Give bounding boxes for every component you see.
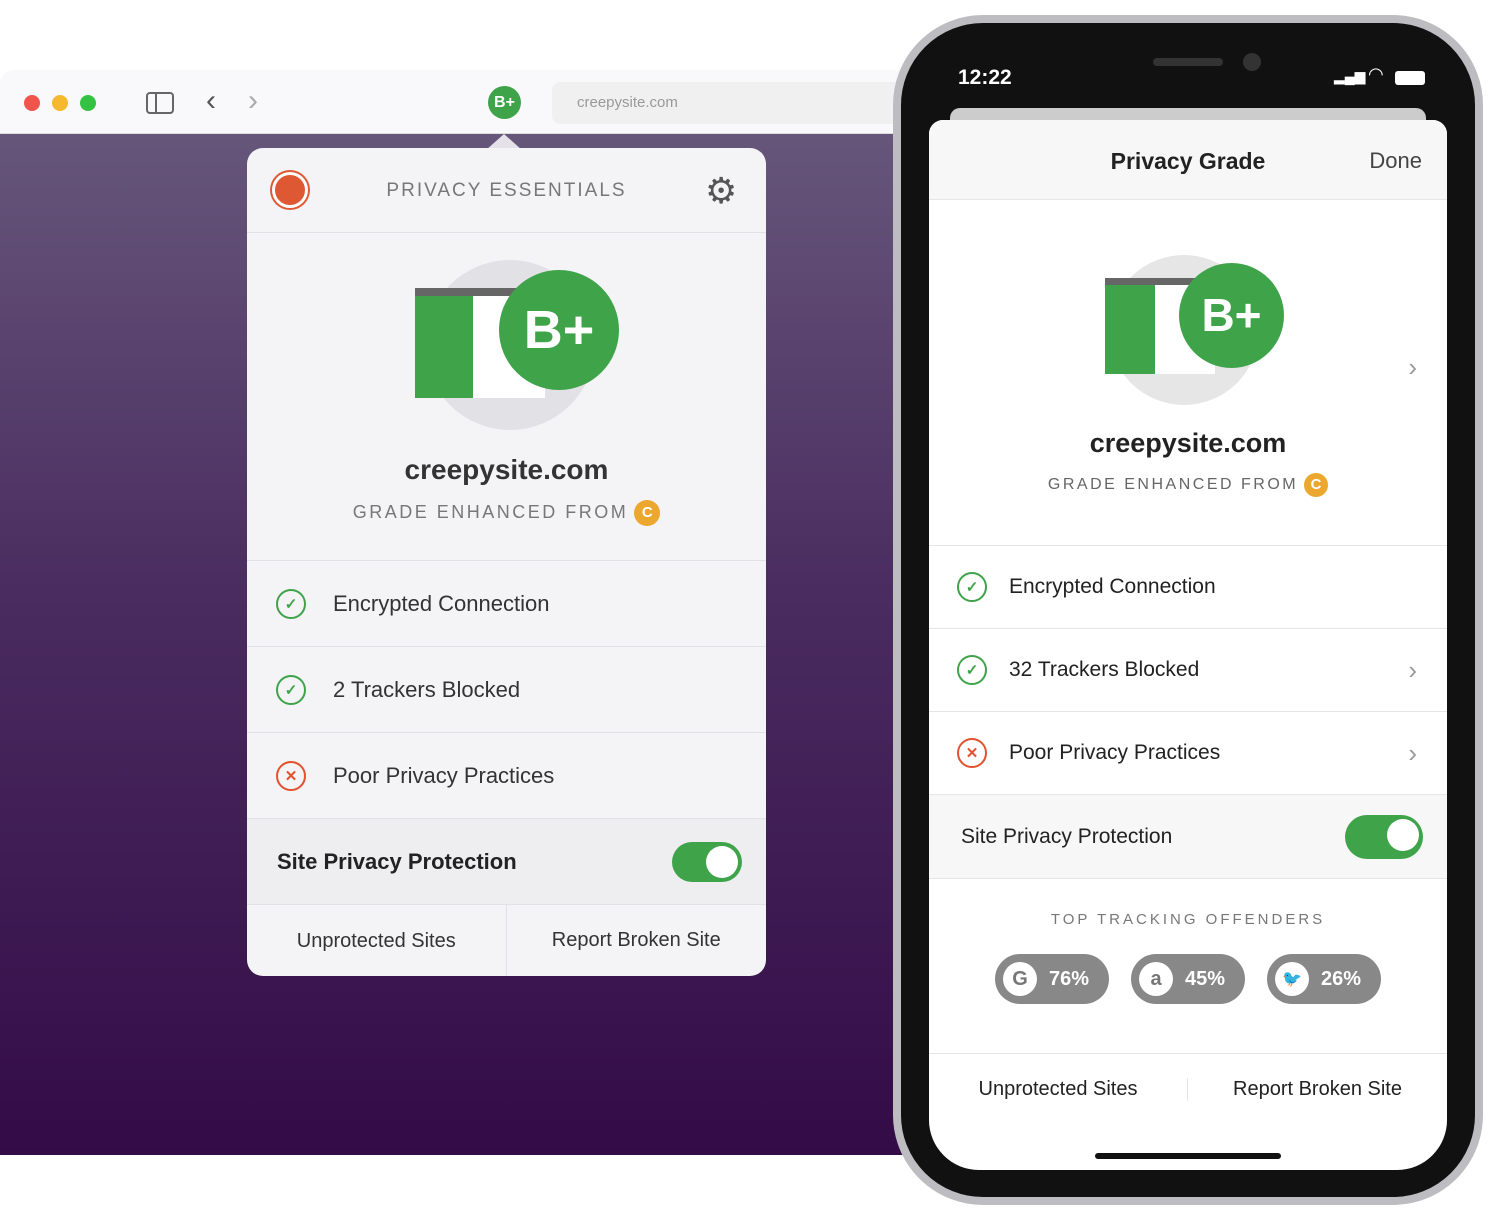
check-icon: ✓ xyxy=(957,572,987,602)
check-icon: ✓ xyxy=(276,588,306,619)
maximize-window-button[interactable] xyxy=(80,95,96,111)
forward-icon[interactable]: › xyxy=(248,84,258,118)
check-icon: ✓ xyxy=(957,655,987,685)
x-circle-icon: ✕ xyxy=(276,760,306,791)
original-grade-badge: C xyxy=(634,500,661,526)
site-name: creepysite.com xyxy=(1089,428,1287,458)
list-item[interactable]: ✓ 2 Trackers Blocked xyxy=(247,646,766,732)
top-offenders: TOP TRACKING OFFENDERS G 76% a 45% 🐦 26% xyxy=(929,878,1447,1053)
chevron-right-icon: › xyxy=(1408,737,1417,768)
list-item[interactable]: ✓ Encrypted Connection xyxy=(929,545,1447,628)
x-circle-icon: ✕ xyxy=(957,738,987,768)
battery-icon xyxy=(1395,71,1425,85)
status-time: 12:22 xyxy=(958,66,1012,89)
signal-icon: ▂▄▆ xyxy=(1334,68,1366,84)
home-indicator[interactable] xyxy=(1095,1153,1281,1159)
camera xyxy=(1243,53,1261,71)
grade-enhanced: GRADE ENHANCED FROM C xyxy=(929,473,1447,497)
site-protection-row: Site Privacy Protection xyxy=(929,794,1447,878)
list-item[interactable]: ✕ Poor Privacy Practices xyxy=(247,732,766,818)
list-item[interactable]: ✓ Encrypted Connection xyxy=(247,560,766,646)
twitter-icon: 🐦 xyxy=(1275,962,1309,996)
minimize-window-button[interactable] xyxy=(52,95,68,111)
privacy-grade-sheet: Privacy Grade Done B+ › creepysite.com G… xyxy=(929,120,1447,1170)
google-icon: G xyxy=(1003,962,1037,996)
sidebar-toggle-icon[interactable] xyxy=(146,92,174,114)
original-grade-badge: C xyxy=(1304,473,1329,497)
chevron-right-icon: › xyxy=(1408,654,1417,685)
close-window-button[interactable] xyxy=(24,95,40,111)
site-name: creepysite.com xyxy=(404,454,609,485)
address-bar[interactable]: creepysite.com xyxy=(552,82,910,124)
gear-icon[interactable]: ⚙ xyxy=(705,170,737,212)
check-icon: ✓ xyxy=(276,674,306,705)
protection-toggle[interactable] xyxy=(1345,814,1423,859)
unprotected-sites-button[interactable]: Unprotected Sites xyxy=(929,1078,1188,1101)
speaker xyxy=(1153,58,1223,66)
phone-footer: Unprotected Sites Report Broken Site xyxy=(929,1053,1447,1125)
offender-twitter[interactable]: 🐦 26% xyxy=(1267,954,1381,1004)
list-item[interactable]: ✕ Poor Privacy Practices › xyxy=(929,711,1447,794)
site-protection-row: Site Privacy Protection xyxy=(247,818,766,904)
protection-toggle[interactable] xyxy=(672,841,742,882)
nav-bar: Privacy Grade Done xyxy=(929,120,1447,200)
done-button[interactable]: Done xyxy=(1369,148,1422,174)
report-broken-site-button[interactable]: Report Broken Site xyxy=(1188,1078,1447,1101)
popup-footer: Unprotected Sites Report Broken Site xyxy=(247,904,766,976)
offender-amazon[interactable]: a 45% xyxy=(1131,954,1245,1004)
back-icon[interactable]: ‹ xyxy=(206,84,216,118)
list-item[interactable]: ✓ 32 Trackers Blocked › xyxy=(929,628,1447,711)
wifi-icon: ◠ xyxy=(1368,64,1384,84)
grade-circle: B+ xyxy=(1179,263,1284,368)
amazon-icon: a xyxy=(1139,962,1173,996)
chevron-right-icon[interactable]: › xyxy=(1408,352,1417,383)
unprotected-sites-button[interactable]: Unprotected Sites xyxy=(247,905,507,976)
offender-google[interactable]: G 76% xyxy=(995,954,1109,1004)
offenders-title: TOP TRACKING OFFENDERS xyxy=(1050,911,1326,928)
grade-circle: B+ xyxy=(499,270,619,390)
popup-title: PRIVACY ESSENTIALS xyxy=(386,180,627,201)
browser-toolbar: ‹ › B+ creepysite.com xyxy=(0,70,910,134)
privacy-grade-button[interactable]: B+ xyxy=(488,86,521,119)
report-broken-site-button[interactable]: Report Broken Site xyxy=(507,929,767,952)
privacy-popup: PRIVACY ESSENTIALS ⚙ B+ creepysite.com G… xyxy=(247,148,766,976)
grade-enhanced: GRADE ENHANCED FROM C xyxy=(247,500,766,526)
